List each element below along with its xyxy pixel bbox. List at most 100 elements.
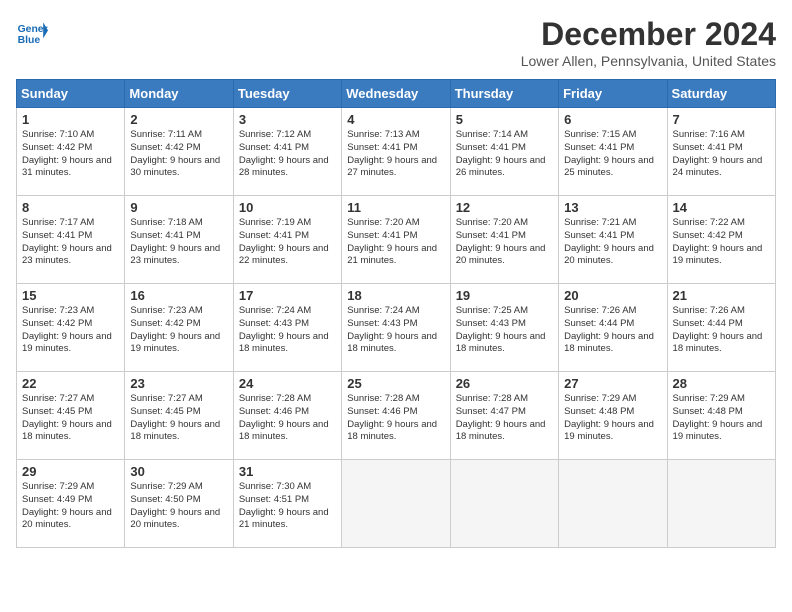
- day-number: 19: [456, 288, 553, 303]
- calendar-cell: 5 Sunrise: 7:14 AMSunset: 4:41 PMDaylight…: [450, 108, 558, 196]
- day-number: 27: [564, 376, 661, 391]
- page-header: General Blue December 2024 Lower Allen, …: [16, 16, 776, 69]
- day-number: 5: [456, 112, 553, 127]
- week-row-2: 8 Sunrise: 7:17 AMSunset: 4:41 PMDaylight…: [17, 196, 776, 284]
- day-number: 17: [239, 288, 336, 303]
- day-number: 7: [673, 112, 770, 127]
- day-info: Sunrise: 7:10 AMSunset: 4:42 PMDaylight:…: [22, 129, 119, 180]
- calendar-cell: 7Sunrise: 7:16 AMSunset: 4:41 PMDaylight…: [667, 108, 775, 196]
- week-row-3: 15Sunrise: 7:23 AMSunset: 4:42 PMDayligh…: [17, 284, 776, 372]
- day-number: 22: [22, 376, 119, 391]
- day-number: 20: [564, 288, 661, 303]
- day-number: 16: [130, 288, 227, 303]
- calendar-cell: 1 Sunrise: 7:10 AMSunset: 4:42 PMDaylight…: [17, 108, 125, 196]
- calendar-cell: 18 Sunrise: 7:24 AMSunset: 4:43 PMDayligh…: [342, 284, 450, 372]
- calendar-cell: [667, 460, 775, 548]
- day-info: Sunrise: 7:23 AMSunset: 4:42 PMDaylight:…: [130, 305, 227, 356]
- day-info: Sunrise: 7:27 AMSunset: 4:45 PMDaylight:…: [22, 393, 119, 444]
- day-info: Sunrise: 7:28 AMSunset: 4:47 PMDaylight:…: [456, 393, 553, 444]
- day-number: 2: [130, 112, 227, 127]
- calendar-cell: 6 Sunrise: 7:15 AMSunset: 4:41 PMDaylight…: [559, 108, 667, 196]
- calendar-cell: 30Sunrise: 7:29 AMSunset: 4:50 PMDayligh…: [125, 460, 233, 548]
- calendar-cell: 8 Sunrise: 7:17 AMSunset: 4:41 PMDaylight…: [17, 196, 125, 284]
- header-thursday: Thursday: [450, 80, 558, 108]
- day-number: 1: [22, 112, 119, 127]
- day-info: Sunrise: 7:22 AMSunset: 4:42 PMDaylight:…: [673, 217, 770, 268]
- header-row: SundayMondayTuesdayWednesdayThursdayFrid…: [17, 80, 776, 108]
- calendar-cell: [450, 460, 558, 548]
- day-number: 4: [347, 112, 444, 127]
- day-info: Sunrise: 7:28 AMSunset: 4:46 PMDaylight:…: [347, 393, 444, 444]
- day-info: Sunrise: 7:20 AMSunset: 4:41 PMDaylight:…: [347, 217, 444, 268]
- day-number: 29: [22, 464, 119, 479]
- header-friday: Friday: [559, 80, 667, 108]
- calendar-cell: 10 Sunrise: 7:19 AMSunset: 4:41 PMDayligh…: [233, 196, 341, 284]
- calendar-cell: 9Sunrise: 7:18 AMSunset: 4:41 PMDaylight…: [125, 196, 233, 284]
- logo: General Blue: [16, 16, 48, 48]
- day-info: Sunrise: 7:26 AMSunset: 4:44 PMDaylight:…: [564, 305, 661, 356]
- day-number: 26: [456, 376, 553, 391]
- day-number: 3: [239, 112, 336, 127]
- logo-icon: General Blue: [16, 16, 48, 48]
- calendar-cell: 3Sunrise: 7:12 AMSunset: 4:41 PMDaylight…: [233, 108, 341, 196]
- calendar-cell: 25 Sunrise: 7:28 AMSunset: 4:46 PMDayligh…: [342, 372, 450, 460]
- week-row-5: 29 Sunrise: 7:29 AMSunset: 4:49 PMDayligh…: [17, 460, 776, 548]
- day-number: 13: [564, 200, 661, 215]
- calendar-subtitle: Lower Allen, Pennsylvania, United States: [521, 53, 776, 69]
- day-number: 11: [347, 200, 444, 215]
- day-info: Sunrise: 7:28 AMSunset: 4:46 PMDaylight:…: [239, 393, 336, 444]
- day-info: Sunrise: 7:24 AMSunset: 4:43 PMDaylight:…: [347, 305, 444, 356]
- day-number: 6: [564, 112, 661, 127]
- calendar-cell: 17 Sunrise: 7:24 AMSunset: 4:43 PMDayligh…: [233, 284, 341, 372]
- calendar-cell: 13 Sunrise: 7:21 AMSunset: 4:41 PMDayligh…: [559, 196, 667, 284]
- day-info: Sunrise: 7:17 AMSunset: 4:41 PMDaylight:…: [22, 217, 119, 268]
- calendar-cell: 15Sunrise: 7:23 AMSunset: 4:42 PMDayligh…: [17, 284, 125, 372]
- calendar-cell: 21 Sunrise: 7:26 AMSunset: 4:44 PMDayligh…: [667, 284, 775, 372]
- calendar-cell: 26 Sunrise: 7:28 AMSunset: 4:47 PMDayligh…: [450, 372, 558, 460]
- day-number: 10: [239, 200, 336, 215]
- calendar-cell: 23Sunrise: 7:27 AMSunset: 4:45 PMDayligh…: [125, 372, 233, 460]
- title-block: December 2024 Lower Allen, Pennsylvania,…: [521, 16, 776, 69]
- day-info: Sunrise: 7:30 AMSunset: 4:51 PMDaylight:…: [239, 481, 336, 532]
- day-info: Sunrise: 7:15 AMSunset: 4:41 PMDaylight:…: [564, 129, 661, 180]
- svg-text:Blue: Blue: [18, 35, 41, 46]
- day-number: 8: [22, 200, 119, 215]
- day-info: Sunrise: 7:29 AMSunset: 4:48 PMDaylight:…: [564, 393, 661, 444]
- day-number: 31: [239, 464, 336, 479]
- day-info: Sunrise: 7:29 AMSunset: 4:50 PMDaylight:…: [130, 481, 227, 532]
- week-row-1: 1 Sunrise: 7:10 AMSunset: 4:42 PMDaylight…: [17, 108, 776, 196]
- week-row-4: 22 Sunrise: 7:27 AMSunset: 4:45 PMDayligh…: [17, 372, 776, 460]
- calendar-cell: 22 Sunrise: 7:27 AMSunset: 4:45 PMDayligh…: [17, 372, 125, 460]
- calendar-cell: 4 Sunrise: 7:13 AMSunset: 4:41 PMDaylight…: [342, 108, 450, 196]
- day-info: Sunrise: 7:14 AMSunset: 4:41 PMDaylight:…: [456, 129, 553, 180]
- day-info: Sunrise: 7:20 AMSunset: 4:41 PMDaylight:…: [456, 217, 553, 268]
- day-number: 14: [673, 200, 770, 215]
- calendar-cell: 12 Sunrise: 7:20 AMSunset: 4:41 PMDayligh…: [450, 196, 558, 284]
- calendar-cell: [559, 460, 667, 548]
- day-info: Sunrise: 7:29 AMSunset: 4:48 PMDaylight:…: [673, 393, 770, 444]
- day-number: 24: [239, 376, 336, 391]
- day-number: 18: [347, 288, 444, 303]
- calendar-cell: 27 Sunrise: 7:29 AMSunset: 4:48 PMDayligh…: [559, 372, 667, 460]
- day-info: Sunrise: 7:13 AMSunset: 4:41 PMDaylight:…: [347, 129, 444, 180]
- calendar-table: SundayMondayTuesdayWednesdayThursdayFrid…: [16, 79, 776, 548]
- calendar-cell: 24 Sunrise: 7:28 AMSunset: 4:46 PMDayligh…: [233, 372, 341, 460]
- calendar-title: December 2024: [521, 16, 776, 53]
- day-info: Sunrise: 7:19 AMSunset: 4:41 PMDaylight:…: [239, 217, 336, 268]
- day-number: 28: [673, 376, 770, 391]
- calendar-cell: 29 Sunrise: 7:29 AMSunset: 4:49 PMDayligh…: [17, 460, 125, 548]
- day-info: Sunrise: 7:21 AMSunset: 4:41 PMDaylight:…: [564, 217, 661, 268]
- calendar-cell: 31 Sunrise: 7:30 AMSunset: 4:51 PMDayligh…: [233, 460, 341, 548]
- day-info: Sunrise: 7:11 AMSunset: 4:42 PMDaylight:…: [130, 129, 227, 180]
- calendar-cell: 19Sunrise: 7:25 AMSunset: 4:43 PMDayligh…: [450, 284, 558, 372]
- day-number: 25: [347, 376, 444, 391]
- day-info: Sunrise: 7:26 AMSunset: 4:44 PMDaylight:…: [673, 305, 770, 356]
- calendar-cell: 20 Sunrise: 7:26 AMSunset: 4:44 PMDayligh…: [559, 284, 667, 372]
- header-wednesday: Wednesday: [342, 80, 450, 108]
- calendar-cell: [342, 460, 450, 548]
- day-info: Sunrise: 7:29 AMSunset: 4:49 PMDaylight:…: [22, 481, 119, 532]
- day-number: 9: [130, 200, 227, 215]
- day-info: Sunrise: 7:24 AMSunset: 4:43 PMDaylight:…: [239, 305, 336, 356]
- day-number: 21: [673, 288, 770, 303]
- day-number: 12: [456, 200, 553, 215]
